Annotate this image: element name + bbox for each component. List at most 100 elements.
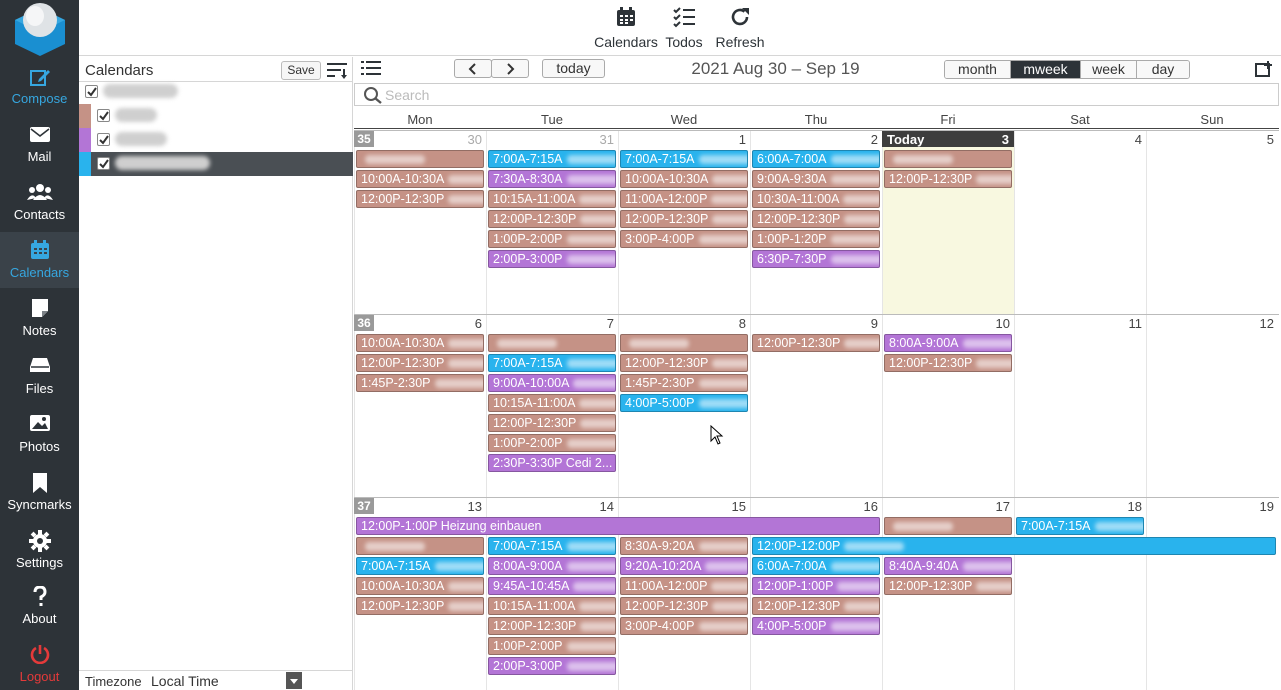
calendar-event[interactable]: 1:00P-2:00P [488, 434, 616, 452]
calendar-event[interactable]: 9:00A-10:00A [488, 374, 616, 392]
calendar-event[interactable]: 10:30A-11:00A [752, 190, 880, 208]
next-button[interactable] [491, 59, 529, 78]
day-cell[interactable]: 11 [1014, 315, 1146, 497]
calendar-event[interactable] [356, 150, 484, 168]
calendar-event[interactable]: 7:00A-7:15A [1016, 517, 1144, 535]
calendar-item[interactable] [79, 104, 353, 128]
calendar-event[interactable]: 1:00P-2:00P [488, 637, 616, 655]
calendar-event[interactable]: 8:40A-9:40A [884, 557, 1012, 575]
calendar-event[interactable]: 7:00A-7:15A [488, 537, 616, 555]
calendar-checkbox[interactable] [97, 109, 110, 122]
save-button[interactable]: Save [281, 61, 321, 80]
view-day-button[interactable]: day [1137, 61, 1189, 78]
calendar-event[interactable]: 12:00P-12:30P [884, 170, 1012, 188]
calendar-item[interactable] [79, 80, 353, 104]
nav-calendars[interactable]: Calendars [0, 232, 79, 288]
nav-logout[interactable]: Logout [0, 636, 79, 690]
nav-compose[interactable]: Compose [0, 58, 79, 114]
calendar-event[interactable]: 7:00A-7:15A [620, 150, 748, 168]
calendar-event[interactable]: 12:00P-12:00P [752, 537, 1276, 555]
calendar-event[interactable]: 3:00P-4:00P [620, 230, 748, 248]
calendar-event[interactable]: 1:45P-2:30P [356, 374, 484, 392]
add-calendar-icon[interactable] [1255, 61, 1273, 77]
nav-photos[interactable]: Photos [0, 406, 79, 462]
calendar-event[interactable]: 10:00A-10:30A [356, 577, 484, 595]
calendar-event[interactable]: 12:00P-12:30P [620, 354, 748, 372]
calendar-event[interactable]: 1:00P-2:00P [488, 230, 616, 248]
calendar-event[interactable]: 2:00P-3:00P [488, 657, 616, 675]
calendar-event[interactable]: 10:15A-11:00A [488, 597, 616, 615]
calendar-event[interactable]: 12:00P-12:30P [752, 334, 880, 352]
calendar-event[interactable]: 12:00P-12:30P [884, 577, 1012, 595]
calendar-event[interactable]: 9:00A-9:30A [752, 170, 880, 188]
view-mweek-button[interactable]: mweek [1011, 61, 1081, 78]
calendar-event[interactable]: 6:00A-7:00A [752, 150, 880, 168]
calendar-event[interactable]: 11:00A-12:00P [620, 190, 748, 208]
calendar-checkbox[interactable] [85, 85, 98, 98]
day-cell[interactable]: 4 [1014, 131, 1146, 314]
calendar-event[interactable]: 7:00A-7:15A [356, 557, 484, 575]
calendar-event[interactable]: 9:20A-10:20A [620, 557, 748, 575]
calendar-event[interactable]: 10:15A-11:00A [488, 190, 616, 208]
calendar-event[interactable]: 7:00A-7:15A [488, 150, 616, 168]
calendar-event[interactable]: 12:00P-1:00P Heizung einbauen [356, 517, 880, 535]
view-week-button[interactable]: week [1081, 61, 1137, 78]
calendar-event[interactable]: 12:00P-12:30P [752, 597, 880, 615]
nav-mail[interactable]: Mail [0, 116, 79, 172]
calendar-event[interactable]: 7:30A-8:30A [488, 170, 616, 188]
calendar-event[interactable]: 2:30P-3:30P Cedi 2... [488, 454, 616, 472]
view-month-button[interactable]: month [945, 61, 1011, 78]
calendar-event[interactable]: 10:00A-10:30A [356, 334, 484, 352]
timezone-dropdown[interactable] [286, 672, 302, 689]
today-button[interactable]: today [542, 59, 605, 78]
sort-icon[interactable] [326, 61, 348, 79]
calendar-event[interactable]: 10:00A-10:30A [620, 170, 748, 188]
calendar-event[interactable]: 12:00P-12:30P [884, 354, 1012, 372]
refresh-button[interactable]: Refresh [714, 4, 766, 54]
calendar-event[interactable] [356, 537, 484, 555]
calendar-event[interactable]: 2:00P-3:00P [488, 250, 616, 268]
calendar-event[interactable]: 12:00P-12:30P [620, 210, 748, 228]
calendar-event[interactable]: 12:00P-12:30P [356, 354, 484, 372]
nav-about[interactable]: About [0, 578, 79, 634]
calendar-event[interactable]: 12:00P-12:30P [356, 597, 484, 615]
calendar-event[interactable]: 6:00A-7:00A [752, 557, 880, 575]
calendar-event[interactable]: 11:00A-12:00P [620, 577, 748, 595]
calendar-event[interactable]: 4:00P-5:00P [620, 394, 748, 412]
calendar-event[interactable] [620, 334, 748, 352]
nav-files[interactable]: Files [0, 348, 79, 404]
calendar-event[interactable]: 12:00P-1:00P [752, 577, 880, 595]
nav-settings[interactable]: Settings [0, 522, 79, 578]
calendar-event[interactable]: 12:00P-12:30P [752, 210, 880, 228]
calendar-event[interactable]: 10:00A-10:30A [356, 170, 484, 188]
calendar-event[interactable]: 6:30P-7:30P [752, 250, 880, 268]
nav-notes[interactable]: Notes [0, 290, 79, 346]
calendar-event[interactable]: 12:00P-12:30P [488, 617, 616, 635]
calendar-item[interactable] [79, 152, 353, 176]
nav-syncmarks[interactable]: Syncmarks [0, 464, 79, 520]
calendar-event[interactable]: 8:30A-9:20A [620, 537, 748, 555]
nav-contacts[interactable]: Contacts [0, 174, 79, 230]
day-cell[interactable]: 12 [1146, 315, 1278, 497]
calendar-checkbox[interactable] [97, 157, 110, 170]
day-cell[interactable]: 5 [1146, 131, 1278, 314]
calendar-event[interactable]: 9:45A-10:45A [488, 577, 616, 595]
calendar-event[interactable]: 4:00P-5:00P [752, 617, 880, 635]
calendar-checkbox[interactable] [97, 133, 110, 146]
calendar-event[interactable] [884, 150, 1012, 168]
calendar-event[interactable]: 3:00P-4:00P [620, 617, 748, 635]
calendar-event[interactable]: 12:00P-12:30P [620, 597, 748, 615]
calendar-event[interactable]: 1:00P-1:20P [752, 230, 880, 248]
list-icon[interactable] [361, 60, 381, 76]
day-cell[interactable]: 19 [1146, 498, 1278, 690]
calendar-event[interactable]: 12:00P-12:30P [488, 414, 616, 432]
calendar-event[interactable]: 7:00A-7:15A [488, 354, 616, 372]
calendar-event[interactable] [488, 334, 616, 352]
calendar-event[interactable]: 10:15A-11:00A [488, 394, 616, 412]
calendar-event[interactable]: 1:45P-2:30P [620, 374, 748, 392]
calendar-event[interactable]: 12:00P-12:30P [356, 190, 484, 208]
prev-button[interactable] [454, 59, 492, 78]
calendar-event[interactable]: 8:00A-9:00A [488, 557, 616, 575]
calendars-toolbar-button[interactable]: Calendars [594, 4, 658, 54]
todos-toolbar-button[interactable]: Todos [663, 4, 705, 54]
